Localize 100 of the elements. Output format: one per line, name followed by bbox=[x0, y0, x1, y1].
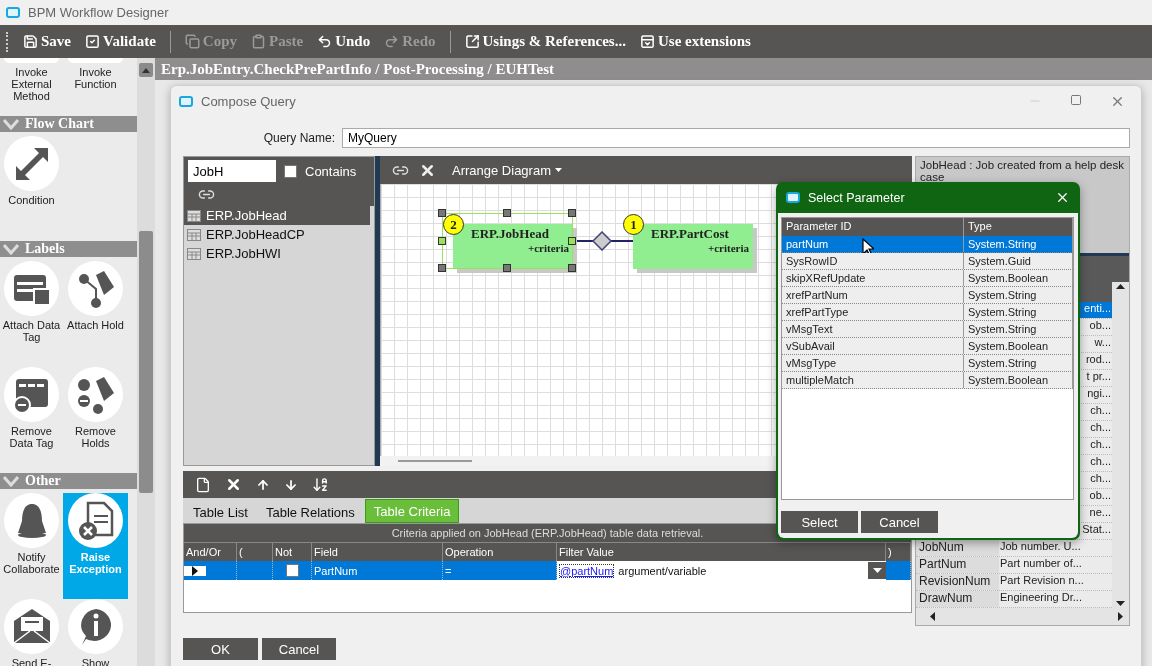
table-list-item[interactable]: ERP.JobHWI bbox=[184, 244, 370, 263]
dialog-title: Select Parameter bbox=[808, 190, 905, 205]
horizontal-scrollbar[interactable] bbox=[916, 607, 1129, 625]
sidebar-item[interactable]: Notify Collaborate bbox=[0, 493, 63, 599]
parameter-id-cell: skipXRefUpdate bbox=[782, 270, 964, 286]
resize-handle[interactable] bbox=[568, 209, 576, 217]
parameter-row[interactable]: skipXRefUpdate System.Boolean bbox=[782, 270, 1073, 287]
table-icon bbox=[187, 247, 201, 260]
resize-handle[interactable] bbox=[438, 264, 446, 272]
parameter-link[interactable]: @partNum bbox=[559, 563, 615, 578]
down-arrow-icon bbox=[1116, 600, 1125, 606]
filter-value-field[interactable]: @partNum argument/variable bbox=[557, 561, 886, 580]
reference-icon bbox=[464, 34, 480, 49]
section-title: Flow Chart bbox=[25, 116, 94, 132]
usings-button[interactable]: Usings & References... bbox=[464, 33, 626, 50]
caret-icon bbox=[872, 568, 882, 573]
cancel-button[interactable]: Cancel bbox=[262, 638, 336, 660]
field-cell: PartNum bbox=[312, 561, 443, 580]
vertical-scrollbar[interactable] bbox=[1112, 281, 1129, 608]
parameter-row[interactable]: SysRowID System.Guid bbox=[782, 253, 1073, 270]
up-arrow-icon bbox=[1116, 283, 1125, 289]
dropdown-button[interactable] bbox=[868, 562, 886, 579]
contains-checkbox[interactable] bbox=[284, 164, 297, 178]
delete-icon[interactable] bbox=[225, 476, 242, 493]
copy-icon bbox=[184, 34, 200, 49]
chevron-icon bbox=[3, 243, 19, 255]
sidebar-item[interactable]: Condition bbox=[0, 136, 63, 241]
sidebar-item[interactable]: Attach Hold bbox=[63, 261, 128, 367]
resize-handle[interactable] bbox=[568, 264, 576, 272]
tag-minus-icon bbox=[75, 374, 116, 415]
redo-icon bbox=[384, 34, 400, 49]
tab[interactable]: Table Relations bbox=[257, 501, 363, 523]
cancel-button[interactable]: Cancel bbox=[861, 511, 938, 533]
sidebar-item[interactable]: Attach Data Tag bbox=[0, 261, 63, 367]
parameter-id-cell: multipleMatch bbox=[782, 372, 964, 388]
parameter-row[interactable]: vSubAvail System.Boolean bbox=[782, 338, 1073, 355]
parameter-row[interactable]: partNum System.String bbox=[782, 236, 1073, 253]
icon-background bbox=[68, 58, 123, 63]
type-cell: System.String bbox=[964, 287, 1073, 303]
validate-button[interactable]: Validate bbox=[85, 33, 156, 50]
type-cell: System.Guid bbox=[964, 253, 1073, 269]
resize-handle[interactable] bbox=[568, 237, 576, 245]
resize-handle[interactable] bbox=[438, 237, 446, 245]
maximize-icon[interactable] bbox=[1070, 93, 1082, 106]
type-cell: System.Boolean bbox=[964, 372, 1073, 388]
not-checkbox[interactable] bbox=[285, 564, 299, 577]
close-icon[interactable] bbox=[1055, 190, 1070, 205]
breadcrumb: Erp.JobEntry.CheckPrePartInfo / Post-Processing / EUHTest bbox=[155, 58, 1152, 80]
scrollbar[interactable] bbox=[137, 58, 155, 666]
new-icon[interactable] bbox=[195, 476, 211, 493]
app-icon bbox=[786, 192, 800, 203]
parameter-id-cell: vSubAvail bbox=[782, 338, 964, 354]
window-title: Compose Query bbox=[201, 93, 296, 109]
parameter-id-cell: xrefPartNum bbox=[782, 287, 964, 303]
table-search-field[interactable]: JobH bbox=[188, 160, 276, 182]
query-name-field[interactable]: MyQuery bbox=[342, 128, 1130, 148]
window-title: BPM Workflow Designer bbox=[28, 5, 169, 20]
type-cell: System.String bbox=[964, 355, 1073, 371]
save-icon bbox=[23, 34, 38, 49]
caret-icon bbox=[555, 168, 562, 172]
type-cell: System.Boolean bbox=[964, 270, 1073, 286]
table-icon bbox=[187, 228, 201, 241]
table-list-item[interactable]: ERP.JobHead bbox=[184, 206, 370, 225]
left-arrow-icon bbox=[930, 611, 935, 621]
parameter-row[interactable]: vMsgType System.String bbox=[782, 355, 1073, 372]
resize-handle[interactable] bbox=[438, 209, 446, 217]
parameter-row[interactable]: multipleMatch System.Boolean bbox=[782, 372, 1073, 389]
select-button[interactable]: Select bbox=[781, 511, 858, 533]
down-arrow-icon[interactable] bbox=[284, 477, 298, 492]
undo-button[interactable]: Undo bbox=[317, 33, 371, 50]
sidebar-item[interactable]: Invoke Function bbox=[63, 58, 128, 110]
contains-label: Contains bbox=[305, 163, 357, 179]
ok-button[interactable]: OK bbox=[183, 638, 258, 660]
app-icon bbox=[179, 95, 193, 107]
sidebar-item[interactable]: Remove Holds bbox=[63, 367, 128, 473]
sidebar-item[interactable]: Invoke External Method bbox=[0, 58, 63, 110]
order-badge: 2 bbox=[443, 214, 464, 235]
table-list-item[interactable]: ERP.JobHeadCP bbox=[184, 225, 370, 244]
field-name-cell: DrawNum bbox=[916, 590, 999, 607]
parameter-id-cell: vMsgText bbox=[782, 321, 964, 337]
chevron-icon bbox=[3, 475, 19, 487]
parameter-row[interactable]: xrefPartNum System.String bbox=[782, 287, 1073, 304]
type-cell: System.String bbox=[964, 304, 1073, 320]
resize-handle[interactable] bbox=[503, 209, 511, 217]
extensions-button[interactable]: Use extensions bbox=[639, 33, 751, 50]
save-button[interactable]: Save bbox=[23, 33, 71, 50]
type-cell: System.String bbox=[964, 321, 1073, 337]
parameter-id-cell: vMsgType bbox=[782, 355, 964, 371]
criteria-row[interactable]: PartNum = @partNum argument/variable bbox=[184, 561, 911, 580]
tab[interactable]: Table List bbox=[185, 501, 256, 523]
sort-icon[interactable] bbox=[312, 476, 329, 493]
right-arrow-icon bbox=[1118, 611, 1123, 621]
extension-icon bbox=[639, 34, 655, 49]
parameter-row[interactable]: xrefPartType System.String bbox=[782, 304, 1073, 321]
sidebar-item[interactable]: Remove Data Tag bbox=[0, 367, 63, 473]
parameter-row[interactable]: vMsgText System.String bbox=[782, 321, 1073, 338]
arrange-diagram-button[interactable]: Arrange Diagram bbox=[446, 162, 568, 178]
resize-handle[interactable] bbox=[503, 264, 511, 272]
type-cell: System.String bbox=[964, 236, 1073, 252]
chevron-icon bbox=[3, 118, 19, 130]
